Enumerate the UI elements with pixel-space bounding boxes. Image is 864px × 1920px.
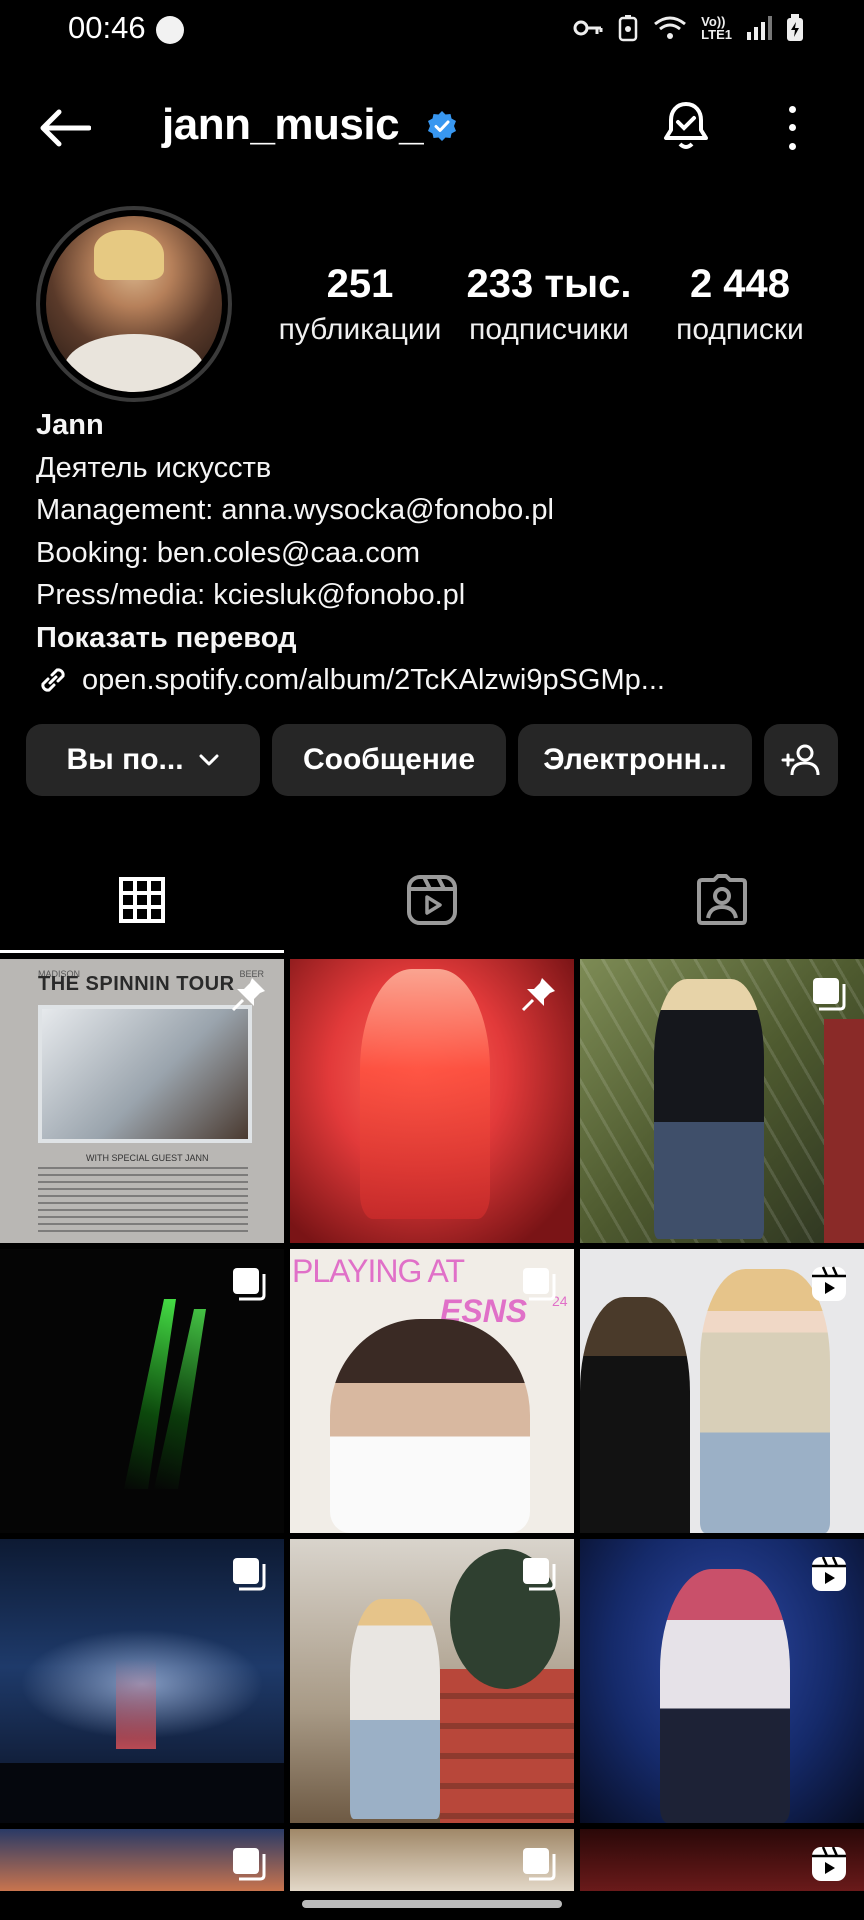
reel-icon — [812, 1266, 846, 1301]
stat-followers-value: 233 тыс. — [466, 262, 632, 306]
bio-line-press: Press/media: kciesluk@fonobo.pl — [36, 579, 466, 611]
more-options-button[interactable] — [776, 100, 808, 156]
pin-icon — [521, 978, 555, 1012]
carousel-icon — [523, 1558, 556, 1591]
carousel-icon — [523, 1848, 556, 1881]
stat-posts[interactable]: 251 публикации — [270, 262, 450, 347]
stat-following[interactable]: 2 448 подписки — [660, 262, 820, 347]
bell-check-icon — [664, 102, 708, 149]
stat-followers[interactable]: 233 тыс. подписчики — [456, 262, 642, 347]
post-shutter — [824, 1019, 864, 1243]
avatar-image — [46, 216, 222, 392]
following-button[interactable]: Вы по... — [26, 724, 260, 796]
post-tile-4[interactable] — [0, 1249, 284, 1533]
status-notification-dot — [156, 16, 184, 44]
carousel-icon — [233, 1268, 266, 1301]
arrow-left-icon — [40, 109, 91, 147]
suggest-users-button[interactable] — [764, 724, 838, 796]
bio-line-management: Management: anna.wysocka@fonobo.pl — [36, 494, 554, 526]
tab-reels[interactable] — [402, 870, 462, 930]
email-button-label: Электронн... — [543, 743, 727, 776]
signal-icon — [747, 16, 772, 40]
post-shelves — [440, 1669, 574, 1823]
status-time: 00:46 — [68, 10, 146, 45]
post-tile-8[interactable] — [290, 1539, 574, 1823]
dot — [788, 124, 796, 132]
carousel-icon — [233, 1558, 266, 1591]
post-tile-1[interactable]: MADISON BEER THE SPINNIN TOUR WITH SPECI… — [0, 959, 284, 1243]
avatar-hair — [94, 230, 164, 280]
post-tile-3[interactable] — [580, 959, 864, 1243]
link-icon — [41, 668, 65, 692]
dot — [788, 143, 796, 151]
verified-badge-icon — [428, 111, 456, 141]
post-tile-12[interactable] — [580, 1829, 864, 1891]
post-photo-figure — [360, 969, 490, 1219]
following-button-label: Вы по... — [66, 743, 184, 776]
post-crowd — [0, 1763, 284, 1823]
post-guest-line: WITH SPECIAL GUEST JANN — [86, 1153, 209, 1163]
wifi-icon — [654, 16, 687, 39]
message-button-label: Сообщение — [302, 743, 476, 776]
reel-icon — [812, 1846, 846, 1881]
profile-bio: Jann Деятель искусств Management: anna.w… — [36, 404, 665, 702]
bio-name: Jann — [36, 409, 104, 441]
home-gesture-bar[interactable] — [302, 1900, 562, 1908]
show-translation-link[interactable]: Показать перевод — [36, 617, 665, 660]
stat-following-value: 2 448 — [689, 262, 791, 306]
bio-category: Деятель искусств — [36, 451, 272, 484]
carousel-icon — [813, 978, 846, 1011]
email-button[interactable]: Электронн... — [518, 724, 752, 796]
carousel-icon — [523, 1268, 556, 1301]
tab-tagged[interactable] — [692, 870, 752, 930]
post-tile-6[interactable] — [580, 1249, 864, 1533]
notifications-button[interactable] — [656, 96, 716, 156]
post-photo-figure — [654, 979, 764, 1239]
post-tile-11[interactable] — [290, 1829, 574, 1891]
add-person-icon — [781, 744, 820, 776]
network-label: Vo)) LTE1 — [701, 14, 732, 42]
chevron-down-icon — [199, 754, 219, 766]
post-photo-figure — [330, 1319, 530, 1533]
profile-username: jann_music_ — [162, 100, 424, 149]
tagged-person-icon — [697, 874, 747, 925]
grid-icon — [119, 877, 165, 923]
carousel-icon — [233, 1848, 266, 1881]
pin-icon — [231, 978, 265, 1012]
bio-link-text: open.spotify.com/album/2TcKAlzwi9pSGMp..… — [82, 664, 665, 696]
post-caption: THE SPINNIN TOUR — [38, 973, 235, 995]
post-photo-figure — [580, 1297, 690, 1533]
post-tile-2[interactable] — [290, 959, 574, 1243]
status-icons: Vo)) LTE1 — [573, 14, 804, 42]
post-tile-10[interactable] — [0, 1829, 284, 1891]
reels-icon — [407, 875, 457, 925]
post-tile-5[interactable]: PLAYING AT ESNS 24 — [290, 1249, 574, 1533]
post-photo — [38, 1005, 252, 1143]
post-photo-figure — [660, 1569, 790, 1823]
bio-line-booking: Booking: ben.coles@caa.com — [36, 536, 421, 569]
stat-following-label: подписки — [676, 313, 804, 346]
battery-saver-icon — [618, 15, 638, 42]
stat-followers-label: подписчики — [469, 313, 629, 346]
stat-posts-value: 251 — [326, 262, 394, 306]
post-stage-light — [116, 1659, 156, 1749]
reel-icon — [812, 1556, 846, 1591]
stat-posts-label: публикации — [278, 313, 442, 346]
post-tile-9[interactable] — [580, 1539, 864, 1823]
bio-external-link[interactable]: open.spotify.com/album/2TcKAlzwi9pSGMp..… — [36, 659, 665, 702]
back-button[interactable] — [34, 98, 94, 158]
avatar-shirt — [64, 334, 204, 392]
post-tile-7[interactable] — [0, 1539, 284, 1823]
key-icon — [573, 20, 603, 36]
post-photo-figure — [700, 1269, 830, 1533]
profile-avatar[interactable] — [36, 206, 232, 402]
tab-active-indicator — [0, 950, 284, 953]
post-tour-dates — [38, 1167, 248, 1233]
dot — [788, 105, 796, 113]
message-button[interactable]: Сообщение — [272, 724, 506, 796]
battery-icon — [787, 14, 803, 41]
post-caption: PLAYING AT — [292, 1253, 465, 1289]
post-photo-figure — [350, 1599, 440, 1819]
tab-posts-grid[interactable] — [112, 870, 172, 930]
